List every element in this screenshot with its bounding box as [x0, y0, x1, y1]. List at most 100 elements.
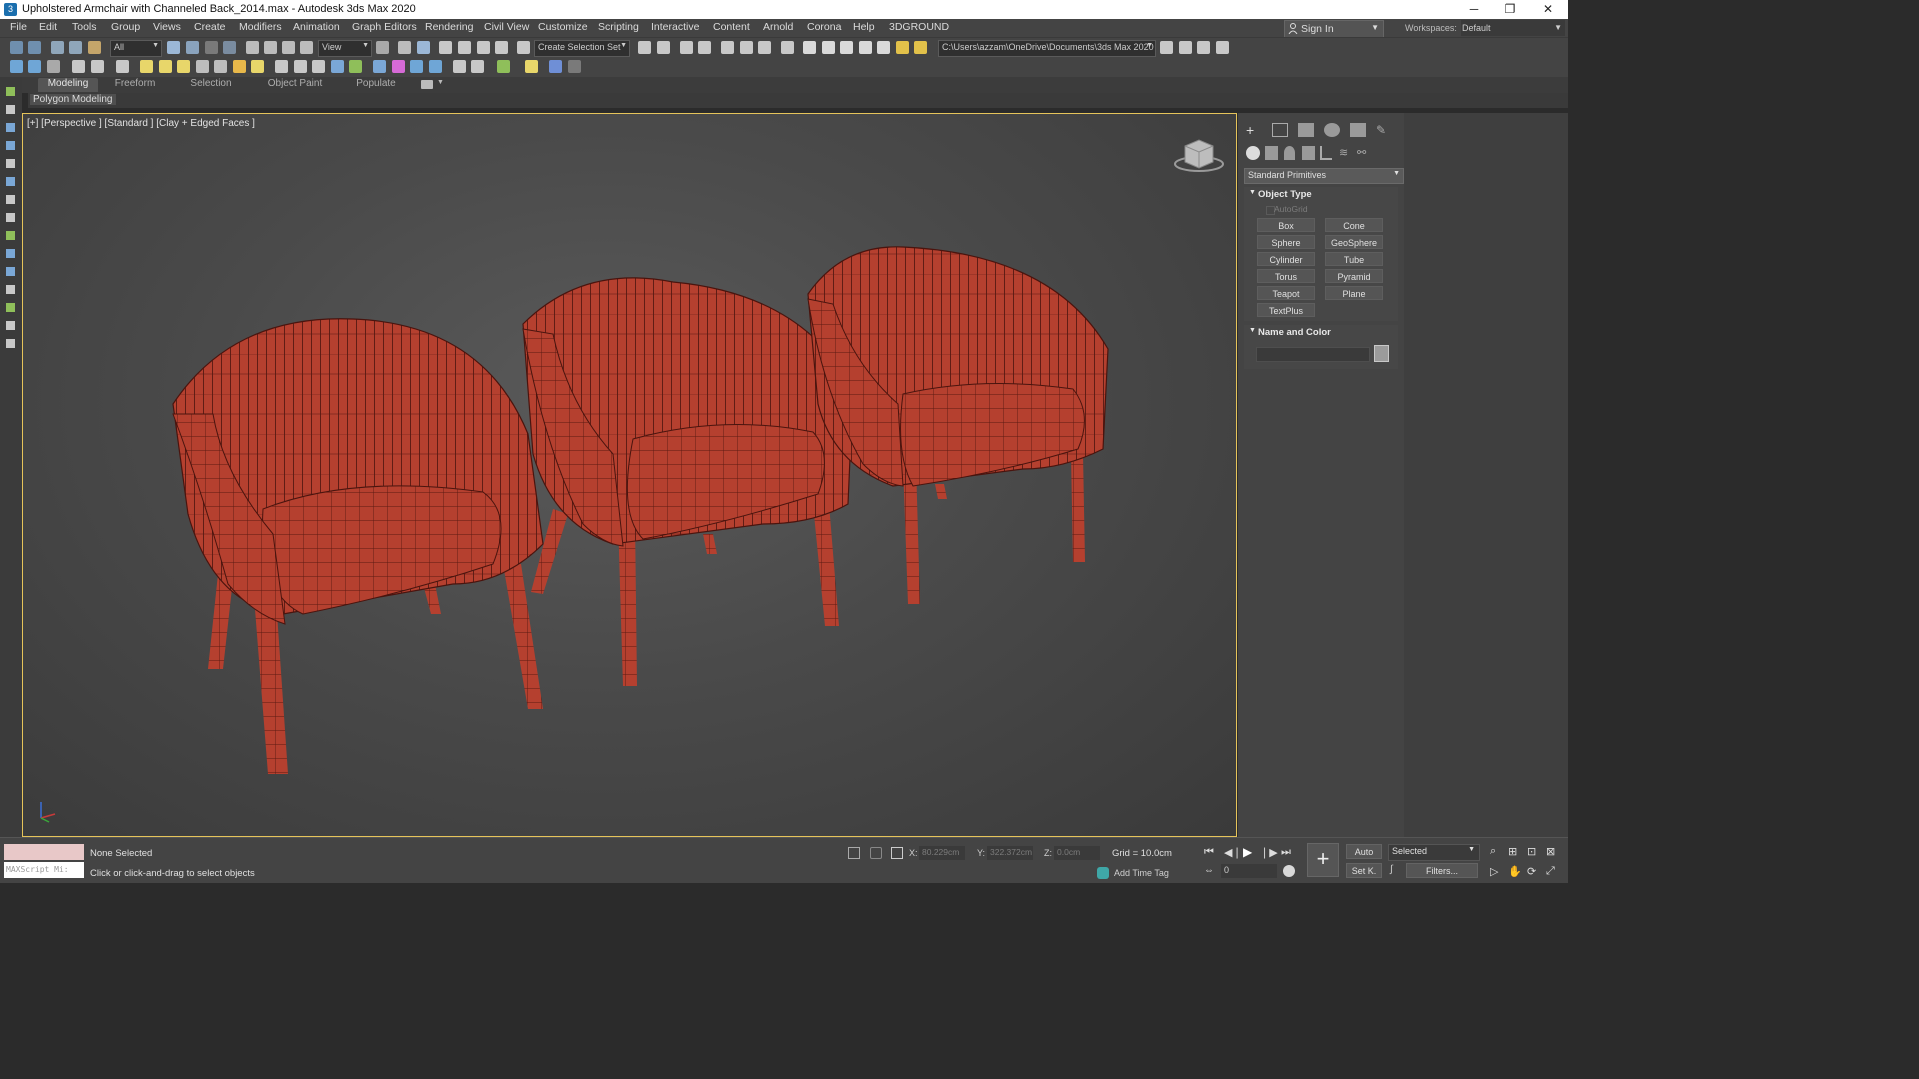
shapes-icon[interactable]	[1265, 146, 1278, 160]
maximize-button[interactable]: ❐	[1492, 0, 1528, 19]
lights-icon[interactable]	[1284, 146, 1295, 160]
x-coordinate-field[interactable]: 80.229cm	[919, 846, 965, 860]
render-setup-icon[interactable]	[803, 41, 816, 54]
textplus-button[interactable]: TextPlus	[1257, 303, 1315, 317]
modify-tool-icon[interactable]	[6, 141, 15, 150]
set-key-button[interactable]: Set K.	[1346, 863, 1382, 878]
help-icon[interactable]	[471, 60, 484, 73]
spinner-snap-icon[interactable]	[495, 41, 508, 54]
uv-icon[interactable]	[331, 60, 344, 73]
plane-primitive-icon[interactable]	[159, 60, 172, 73]
mirror-icon[interactable]	[638, 41, 651, 54]
key-filter-dropdown[interactable]: Selected ▼	[1388, 844, 1480, 861]
cameras-icon[interactable]	[1302, 146, 1315, 160]
next-frame-icon[interactable]: ❘▶	[1260, 846, 1278, 859]
menu-tools[interactable]: Tools	[72, 21, 97, 33]
zoom-extents-all-icon[interactable]: ⊠	[1546, 845, 1555, 858]
time-tag-icon[interactable]	[1097, 867, 1109, 879]
utilities-tab-icon[interactable]: ✎	[1376, 123, 1392, 137]
measure-tool-icon[interactable]	[6, 267, 15, 276]
create-tab-icon[interactable]: +	[1246, 123, 1262, 137]
shape-tool-icon[interactable]	[6, 123, 15, 132]
select-by-name-icon[interactable]	[186, 41, 199, 54]
percent-snap-icon[interactable]	[477, 41, 490, 54]
3dground-tool-icon[interactable]	[914, 41, 927, 54]
curve-editor-icon[interactable]	[740, 41, 753, 54]
maximize-viewport-icon[interactable]: ⤢	[1546, 865, 1555, 878]
sign-in-button[interactable]: Sign In ▼	[1284, 20, 1384, 38]
maxscript-listener-output[interactable]	[4, 844, 84, 860]
menu-file[interactable]: File	[10, 21, 27, 33]
orbit-icon[interactable]: ⟳	[1527, 865, 1536, 878]
project-folder-icon[interactable]	[1160, 41, 1173, 54]
select-object-icon[interactable]	[167, 41, 180, 54]
set-project-folder-icon[interactable]	[1179, 41, 1192, 54]
align-tool-icon[interactable]	[6, 285, 15, 294]
auto-key-button[interactable]: Auto	[1346, 844, 1382, 859]
unlink-icon[interactable]	[69, 41, 82, 54]
viewport-label[interactable]: [+] [Perspective ] [Standard ] [Clay + E…	[27, 118, 255, 129]
create-selection-set-dropdown[interactable]: Create Selection Set ▼	[534, 40, 630, 57]
open-icon[interactable]	[28, 60, 41, 73]
ribbon-options-icon[interactable]	[421, 80, 433, 89]
cone-primitive-icon[interactable]	[214, 60, 227, 73]
current-frame-field[interactable]: 0	[1221, 864, 1277, 878]
tab-selection[interactable]: Selection	[180, 78, 242, 92]
cylinder-primitive-icon[interactable]	[196, 60, 209, 73]
layer-explorer-icon[interactable]	[698, 41, 711, 54]
object-color-swatch[interactable]	[1374, 345, 1389, 362]
selection-tool-icon[interactable]	[6, 195, 15, 204]
menu-graph-editors[interactable]: Graph Editors	[352, 21, 417, 33]
motion-tab-icon[interactable]	[1324, 123, 1340, 137]
hierarchy-tab-icon[interactable]	[1298, 123, 1314, 137]
tab-object-paint[interactable]: Object Paint	[259, 78, 331, 92]
go-to-end-icon[interactable]: ⏭	[1281, 846, 1291, 859]
menu-interactive[interactable]: Interactive	[651, 21, 699, 33]
edit-named-selection-icon[interactable]	[517, 41, 530, 54]
create-tool-icon[interactable]	[6, 87, 15, 96]
panel-tool-icon[interactable]	[6, 159, 15, 168]
box-button[interactable]: Box	[1257, 218, 1315, 232]
key-tangent-icon[interactable]: ∫	[1390, 864, 1402, 876]
camera-icon[interactable]	[429, 60, 442, 73]
reference-coord-dropdown[interactable]: View ▼	[318, 40, 372, 57]
window-crossing-icon[interactable]	[223, 41, 236, 54]
move-icon[interactable]	[246, 41, 259, 54]
menu-scripting[interactable]: Scripting	[598, 21, 639, 33]
pin-icon[interactable]	[525, 60, 538, 73]
pivot-center-icon[interactable]	[376, 41, 389, 54]
sphere-button[interactable]: Sphere	[1257, 235, 1315, 249]
geometry-icon[interactable]	[1246, 146, 1260, 160]
add-time-tag[interactable]: Add Time Tag	[1114, 868, 1169, 878]
chevron-down-icon[interactable]: ▼	[437, 79, 444, 86]
point-tool-icon[interactable]	[6, 105, 15, 114]
bind-spacewarp-icon[interactable]	[88, 41, 101, 54]
material-sphere-icon[interactable]	[373, 60, 386, 73]
menu-group[interactable]: Group	[111, 21, 140, 33]
menu-edit[interactable]: Edit	[39, 21, 57, 33]
workspace-dropdown[interactable]: Default ▼	[1461, 20, 1565, 36]
transform-icon[interactable]	[116, 60, 129, 73]
systems-icon[interactable]: ⚯	[1357, 146, 1370, 160]
link-icon[interactable]	[51, 41, 64, 54]
go-to-start-icon[interactable]: ⏮	[1204, 846, 1214, 859]
selection-filter-dropdown[interactable]: All ▼	[110, 40, 162, 57]
save-icon[interactable]	[47, 60, 60, 73]
particles-icon[interactable]	[392, 60, 405, 73]
key-mode-icon[interactable]: ⇔	[1204, 865, 1214, 876]
primitive-category-dropdown[interactable]: Standard Primitives ▼	[1244, 168, 1404, 184]
spline-icon[interactable]	[275, 60, 288, 73]
render-iterative-icon[interactable]	[859, 41, 872, 54]
render-in-cloud-icon[interactable]	[896, 41, 909, 54]
select-similar-icon[interactable]	[91, 60, 104, 73]
menu-civil-view[interactable]: Civil View	[484, 21, 529, 33]
scene-explorer-icon[interactable]	[680, 41, 693, 54]
paint-tool-icon[interactable]	[6, 231, 15, 240]
box-primitive-icon[interactable]	[140, 60, 153, 73]
spacewarps-icon[interactable]: ≋	[1339, 146, 1352, 160]
close-button[interactable]: ✕	[1530, 0, 1566, 19]
scene-icon[interactable]	[10, 60, 23, 73]
polygon-modeling-panel[interactable]: Polygon Modeling	[30, 94, 116, 105]
zoom-all-icon[interactable]: ⊞	[1508, 845, 1517, 858]
brush-icon[interactable]	[72, 60, 85, 73]
